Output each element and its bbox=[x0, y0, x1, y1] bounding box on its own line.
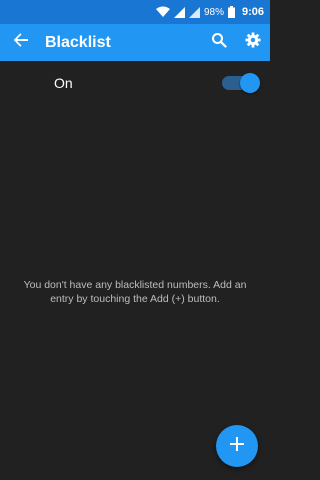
back-button[interactable] bbox=[0, 24, 42, 61]
gear-icon bbox=[245, 32, 261, 53]
plus-icon bbox=[230, 436, 244, 456]
status-bar: 98% 9:06 bbox=[0, 0, 270, 24]
wifi-icon bbox=[155, 6, 170, 18]
app-bar: Blacklist bbox=[0, 24, 270, 61]
search-icon bbox=[211, 32, 227, 53]
search-button[interactable] bbox=[202, 24, 236, 61]
back-arrow-icon bbox=[13, 32, 29, 53]
settings-button[interactable] bbox=[236, 24, 270, 61]
signal-icon bbox=[188, 6, 200, 18]
signal-icon bbox=[173, 6, 185, 18]
blacklist-toggle[interactable] bbox=[222, 73, 260, 93]
empty-state-message: You don't have any blacklisted numbers. … bbox=[23, 279, 247, 305]
battery-percent: 98% bbox=[203, 6, 224, 18]
add-button[interactable] bbox=[216, 425, 258, 467]
blacklist-switch-row[interactable]: On bbox=[0, 61, 270, 105]
clock: 9:06 bbox=[241, 6, 264, 18]
page-title: Blacklist bbox=[45, 33, 111, 51]
toggle-thumb bbox=[240, 73, 260, 93]
switch-label: On bbox=[54, 75, 73, 91]
battery-icon bbox=[227, 6, 235, 18]
